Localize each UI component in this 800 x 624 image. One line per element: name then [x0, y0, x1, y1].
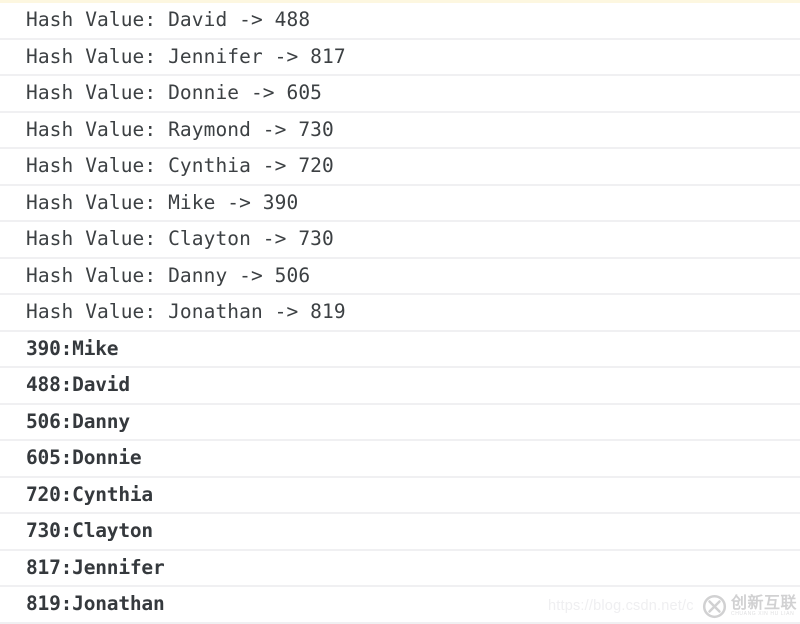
console-line-text: Hash Value: Donnie -> 605	[26, 81, 322, 105]
console-line-text: Hash Value: Jonathan -> 819	[26, 300, 346, 324]
console-line: 390:Mike	[0, 331, 800, 368]
console-line: 819:Jonathan	[0, 587, 800, 624]
console-line-text: Hash Value: Danny -> 506	[26, 263, 311, 287]
console-line: 506:Danny	[0, 404, 800, 441]
console-line: 730:Clayton	[0, 514, 800, 551]
console-line-text: Hash Value: David -> 488	[26, 8, 311, 32]
console-line: Hash Value: Jonathan -> 819	[0, 295, 800, 332]
console-line-text: 506:Danny	[26, 409, 130, 433]
console-line-text: 605:Donnie	[26, 446, 142, 470]
console-line: 605:Donnie	[0, 441, 800, 478]
console-line: 720:Cynthia	[0, 477, 800, 514]
console-line-text: 730:Clayton	[26, 519, 153, 543]
console-line-text: 817:Jennifer	[26, 555, 165, 579]
console-line-text: Hash Value: Raymond -> 730	[26, 117, 334, 141]
console-line-text: 720:Cynthia	[26, 482, 153, 506]
console-line: Hash Value: Mike -> 390	[0, 185, 800, 222]
console-line: Hash Value: Clayton -> 730	[0, 222, 800, 259]
console-line-text: Hash Value: Cynthia -> 720	[26, 154, 334, 178]
console-line: Hash Value: Donnie -> 605	[0, 76, 800, 113]
console-line: Hash Value: Danny -> 506	[0, 258, 800, 295]
console-line: Hash Value: Jennifer -> 817	[0, 39, 800, 76]
console-line-text: 819:Jonathan	[26, 592, 165, 616]
console-line: Hash Value: David -> 488	[0, 3, 800, 40]
console-line-text: Hash Value: Jennifer -> 817	[26, 44, 346, 68]
console-line: Hash Value: Raymond -> 730	[0, 112, 800, 149]
console-output-area: Hash Value: David -> 488 Hash Value: Jenn…	[0, 3, 800, 624]
console-line: Hash Value: Cynthia -> 720	[0, 149, 800, 186]
console-line-text: 488:David	[26, 373, 130, 397]
console-line-text: Hash Value: Clayton -> 730	[26, 227, 334, 251]
console-line-text: Hash Value: Mike -> 390	[26, 190, 299, 214]
console-line-text: 390:Mike	[26, 336, 119, 360]
console-line: 817:Jennifer	[0, 550, 800, 587]
console-line: 488:David	[0, 368, 800, 405]
